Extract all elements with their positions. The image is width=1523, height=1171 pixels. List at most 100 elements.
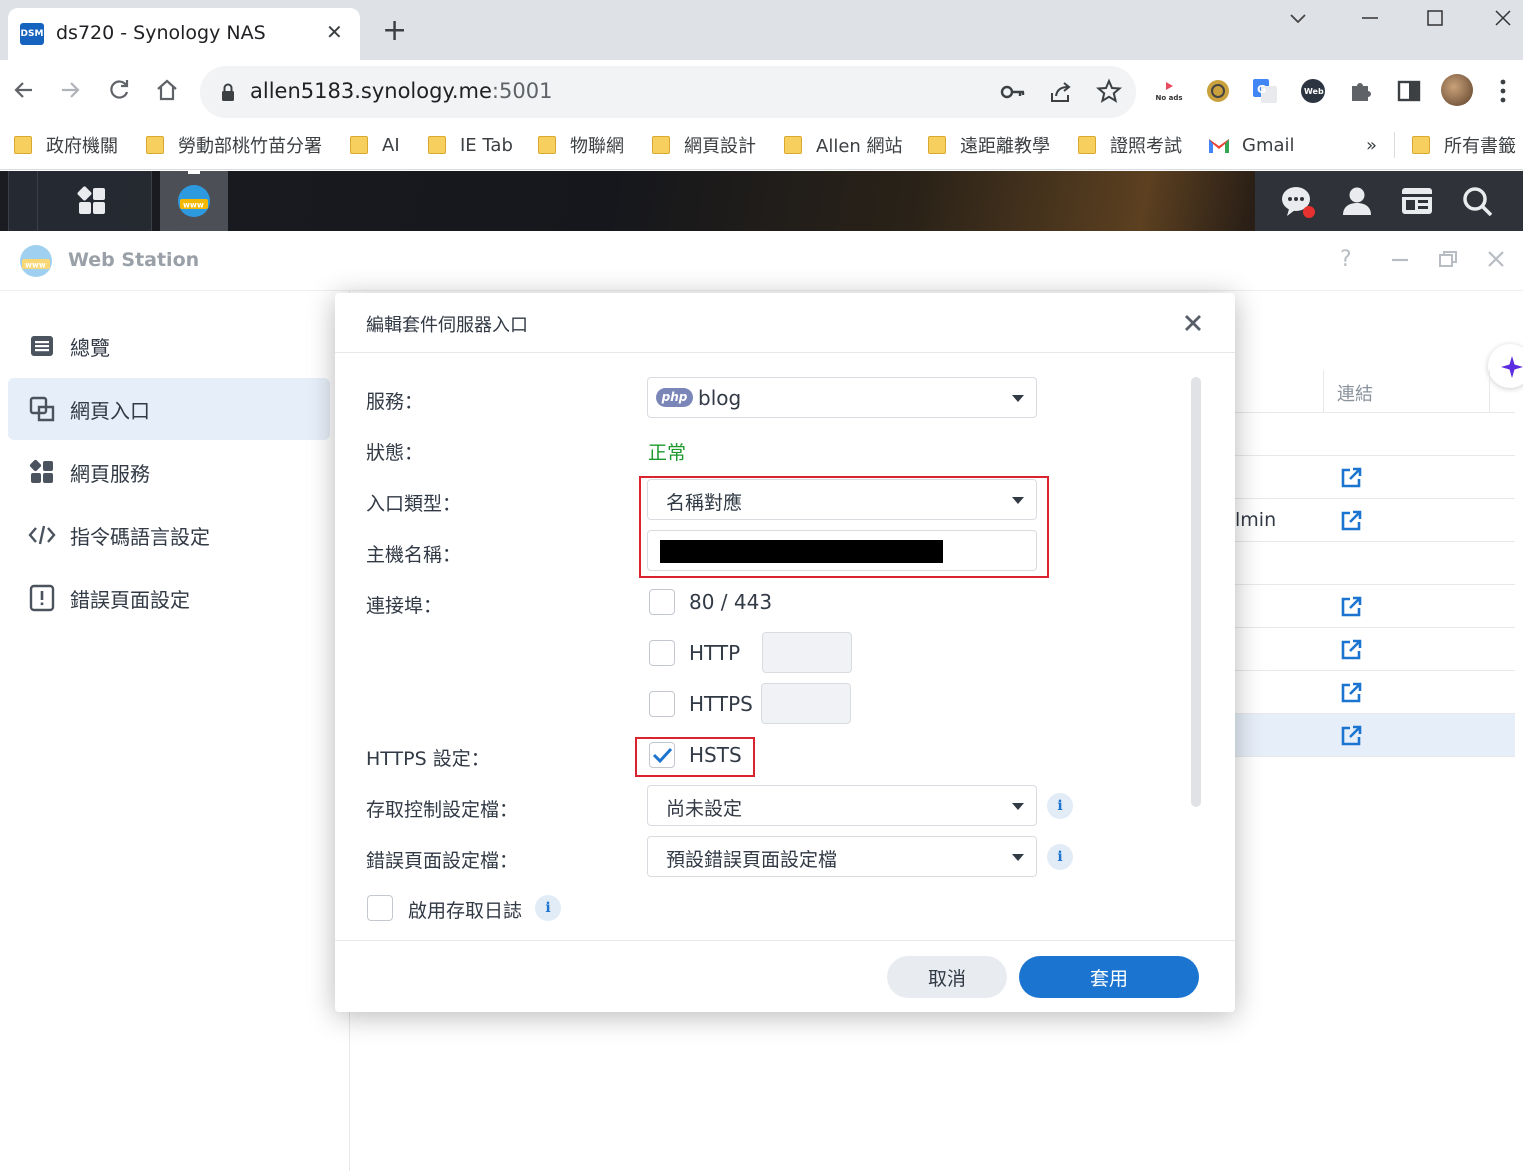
folder-icon (350, 136, 368, 154)
back-arrow-icon[interactable] (10, 76, 38, 104)
restore-app-icon[interactable] (1438, 249, 1458, 269)
minimize-app-icon[interactable] (1390, 249, 1410, 269)
sidebar-item-web-service[interactable]: 網頁服務 (8, 441, 330, 503)
info-icon[interactable]: i (535, 895, 561, 921)
chevron-down-icon (1012, 497, 1024, 504)
bookmark-folder[interactable]: Allen 網站 (784, 132, 903, 158)
bookmark-folder[interactable]: IE Tab (428, 132, 513, 158)
widgets-icon[interactable] (1401, 185, 1433, 217)
apply-button[interactable]: 套用 (1019, 956, 1199, 998)
web-station-task-button[interactable]: www (160, 171, 228, 231)
svg-text:G: G (1257, 83, 1266, 96)
tab-close-icon[interactable]: ✕ (326, 20, 343, 44)
access-control-select[interactable]: 尚未設定 (647, 785, 1037, 826)
search-icon[interactable] (1461, 185, 1493, 217)
bookmark-folder[interactable]: 證照考試 (1078, 132, 1182, 158)
dialog-title: 編輯套件伺服器入口 (366, 315, 528, 336)
help-icon[interactable]: ? (1340, 247, 1352, 272)
port-80-443-checkbox[interactable] (649, 589, 675, 615)
extension-badge-icon[interactable] (1205, 78, 1231, 104)
dialog-close-icon[interactable] (1181, 311, 1205, 335)
lock-icon[interactable] (220, 82, 236, 102)
external-link-icon[interactable] (1339, 466, 1363, 490)
extensions-puzzle-icon[interactable] (1348, 78, 1374, 104)
close-window-button[interactable] (1493, 8, 1513, 28)
side-panel-icon[interactable] (1396, 78, 1422, 104)
notification-chat-icon[interactable] (1281, 185, 1317, 219)
forward-arrow-icon[interactable] (56, 76, 84, 104)
hsts-checkbox[interactable] (649, 742, 675, 768)
table-row[interactable] (1235, 542, 1515, 585)
no-ads-extension-icon[interactable]: No ads (1153, 80, 1185, 106)
cancel-button[interactable]: 取消 (887, 956, 1007, 998)
password-key-icon[interactable] (1000, 80, 1026, 104)
google-translate-icon[interactable]: G (1252, 78, 1278, 104)
bookmark-gmail[interactable]: Gmail (1208, 132, 1295, 158)
user-account-icon[interactable] (1341, 185, 1373, 217)
portal-type-select[interactable]: 名稱對應 (647, 479, 1037, 520)
bookmark-star-icon[interactable] (1096, 78, 1122, 104)
error-page-select[interactable]: 預設錯誤頁面設定檔 (647, 836, 1037, 877)
bookmark-folder[interactable]: 物聯網 (538, 132, 624, 158)
table-row-selected[interactable] (1235, 714, 1515, 757)
table-row[interactable] (1235, 456, 1515, 499)
sidebar-item-overview[interactable]: 總覽 (8, 315, 330, 377)
address-bar[interactable]: allen5183.synology.me:5001 (200, 66, 1136, 118)
external-link-icon[interactable] (1339, 681, 1363, 705)
bookmark-divider (1394, 132, 1395, 158)
new-tab-button[interactable]: + (382, 16, 407, 46)
column-divider (1323, 370, 1324, 413)
chevron-down-icon (1012, 854, 1024, 861)
external-link-icon[interactable] (1339, 638, 1363, 662)
info-icon[interactable]: i (1047, 793, 1073, 819)
code-icon (28, 521, 56, 549)
bookmark-folder[interactable]: 勞動部桃竹苗分署 (146, 132, 322, 158)
service-select[interactable]: php blog (647, 377, 1037, 418)
https-port-label: HTTPS (689, 692, 753, 716)
menu-kebab-icon[interactable] (1498, 78, 1508, 104)
column-header-link[interactable]: 連結 (1337, 380, 1373, 406)
browser-tab[interactable]: DSM ds720 - Synology NAS ✕ (8, 8, 360, 60)
home-icon[interactable] (153, 76, 181, 104)
info-icon[interactable]: i (1047, 844, 1073, 870)
share-icon[interactable] (1048, 79, 1074, 105)
enable-access-log-checkbox[interactable] (367, 895, 393, 921)
sidebar-item-script-language[interactable]: 指令碼語言設定 (8, 504, 330, 566)
table-row[interactable] (1235, 413, 1515, 456)
dsm-main-menu-button[interactable] (8, 171, 152, 231)
sidebar-item-label: 指令碼語言設定 (70, 524, 210, 549)
bookmark-folder[interactable]: 網頁設計 (652, 132, 756, 158)
hostname-input[interactable] (647, 530, 1037, 571)
web-station-logo-icon: www (18, 243, 54, 279)
tab-title: ds720 - Synology NAS (56, 22, 266, 44)
external-link-icon[interactable] (1339, 595, 1363, 619)
external-link-icon[interactable] (1339, 509, 1363, 533)
all-bookmarks-folder[interactable]: 所有書籤 (1412, 132, 1516, 158)
table-row[interactable]: lmin (1235, 499, 1515, 542)
dialog-scrollbar[interactable] (1191, 377, 1201, 807)
bookmark-folder[interactable]: 遠距離教學 (928, 132, 1050, 158)
web-chatgpt-icon[interactable]: Web (1300, 78, 1326, 104)
reload-icon[interactable] (105, 76, 133, 104)
bookmarks-overflow-button[interactable]: » (1366, 132, 1377, 158)
dsm-favicon-icon: DSM (20, 23, 44, 45)
portal-type-label: 入口類型： (366, 493, 462, 515)
table-row[interactable] (1235, 671, 1515, 714)
table-row[interactable] (1235, 585, 1515, 628)
minimize-window-button[interactable] (1360, 8, 1380, 28)
bookmark-folder[interactable]: AI (350, 132, 400, 158)
table-row[interactable] (1235, 628, 1515, 671)
folder-icon (538, 136, 556, 154)
profile-avatar[interactable] (1441, 74, 1473, 106)
external-link-icon[interactable] (1339, 724, 1363, 748)
sidebar-item-error-page[interactable]: 錯誤頁面設定 (8, 567, 330, 629)
bookmark-folder[interactable]: 政府機關 (14, 132, 118, 158)
http-port-input[interactable] (762, 632, 852, 673)
https-port-input[interactable] (761, 683, 851, 724)
http-port-checkbox[interactable] (649, 640, 675, 666)
tab-search-icon[interactable] (1288, 8, 1308, 28)
close-app-icon[interactable] (1486, 249, 1506, 269)
sidebar-item-web-portal[interactable]: 網頁入口 (8, 378, 330, 440)
maximize-window-button[interactable] (1425, 8, 1445, 28)
https-port-checkbox[interactable] (649, 691, 675, 717)
